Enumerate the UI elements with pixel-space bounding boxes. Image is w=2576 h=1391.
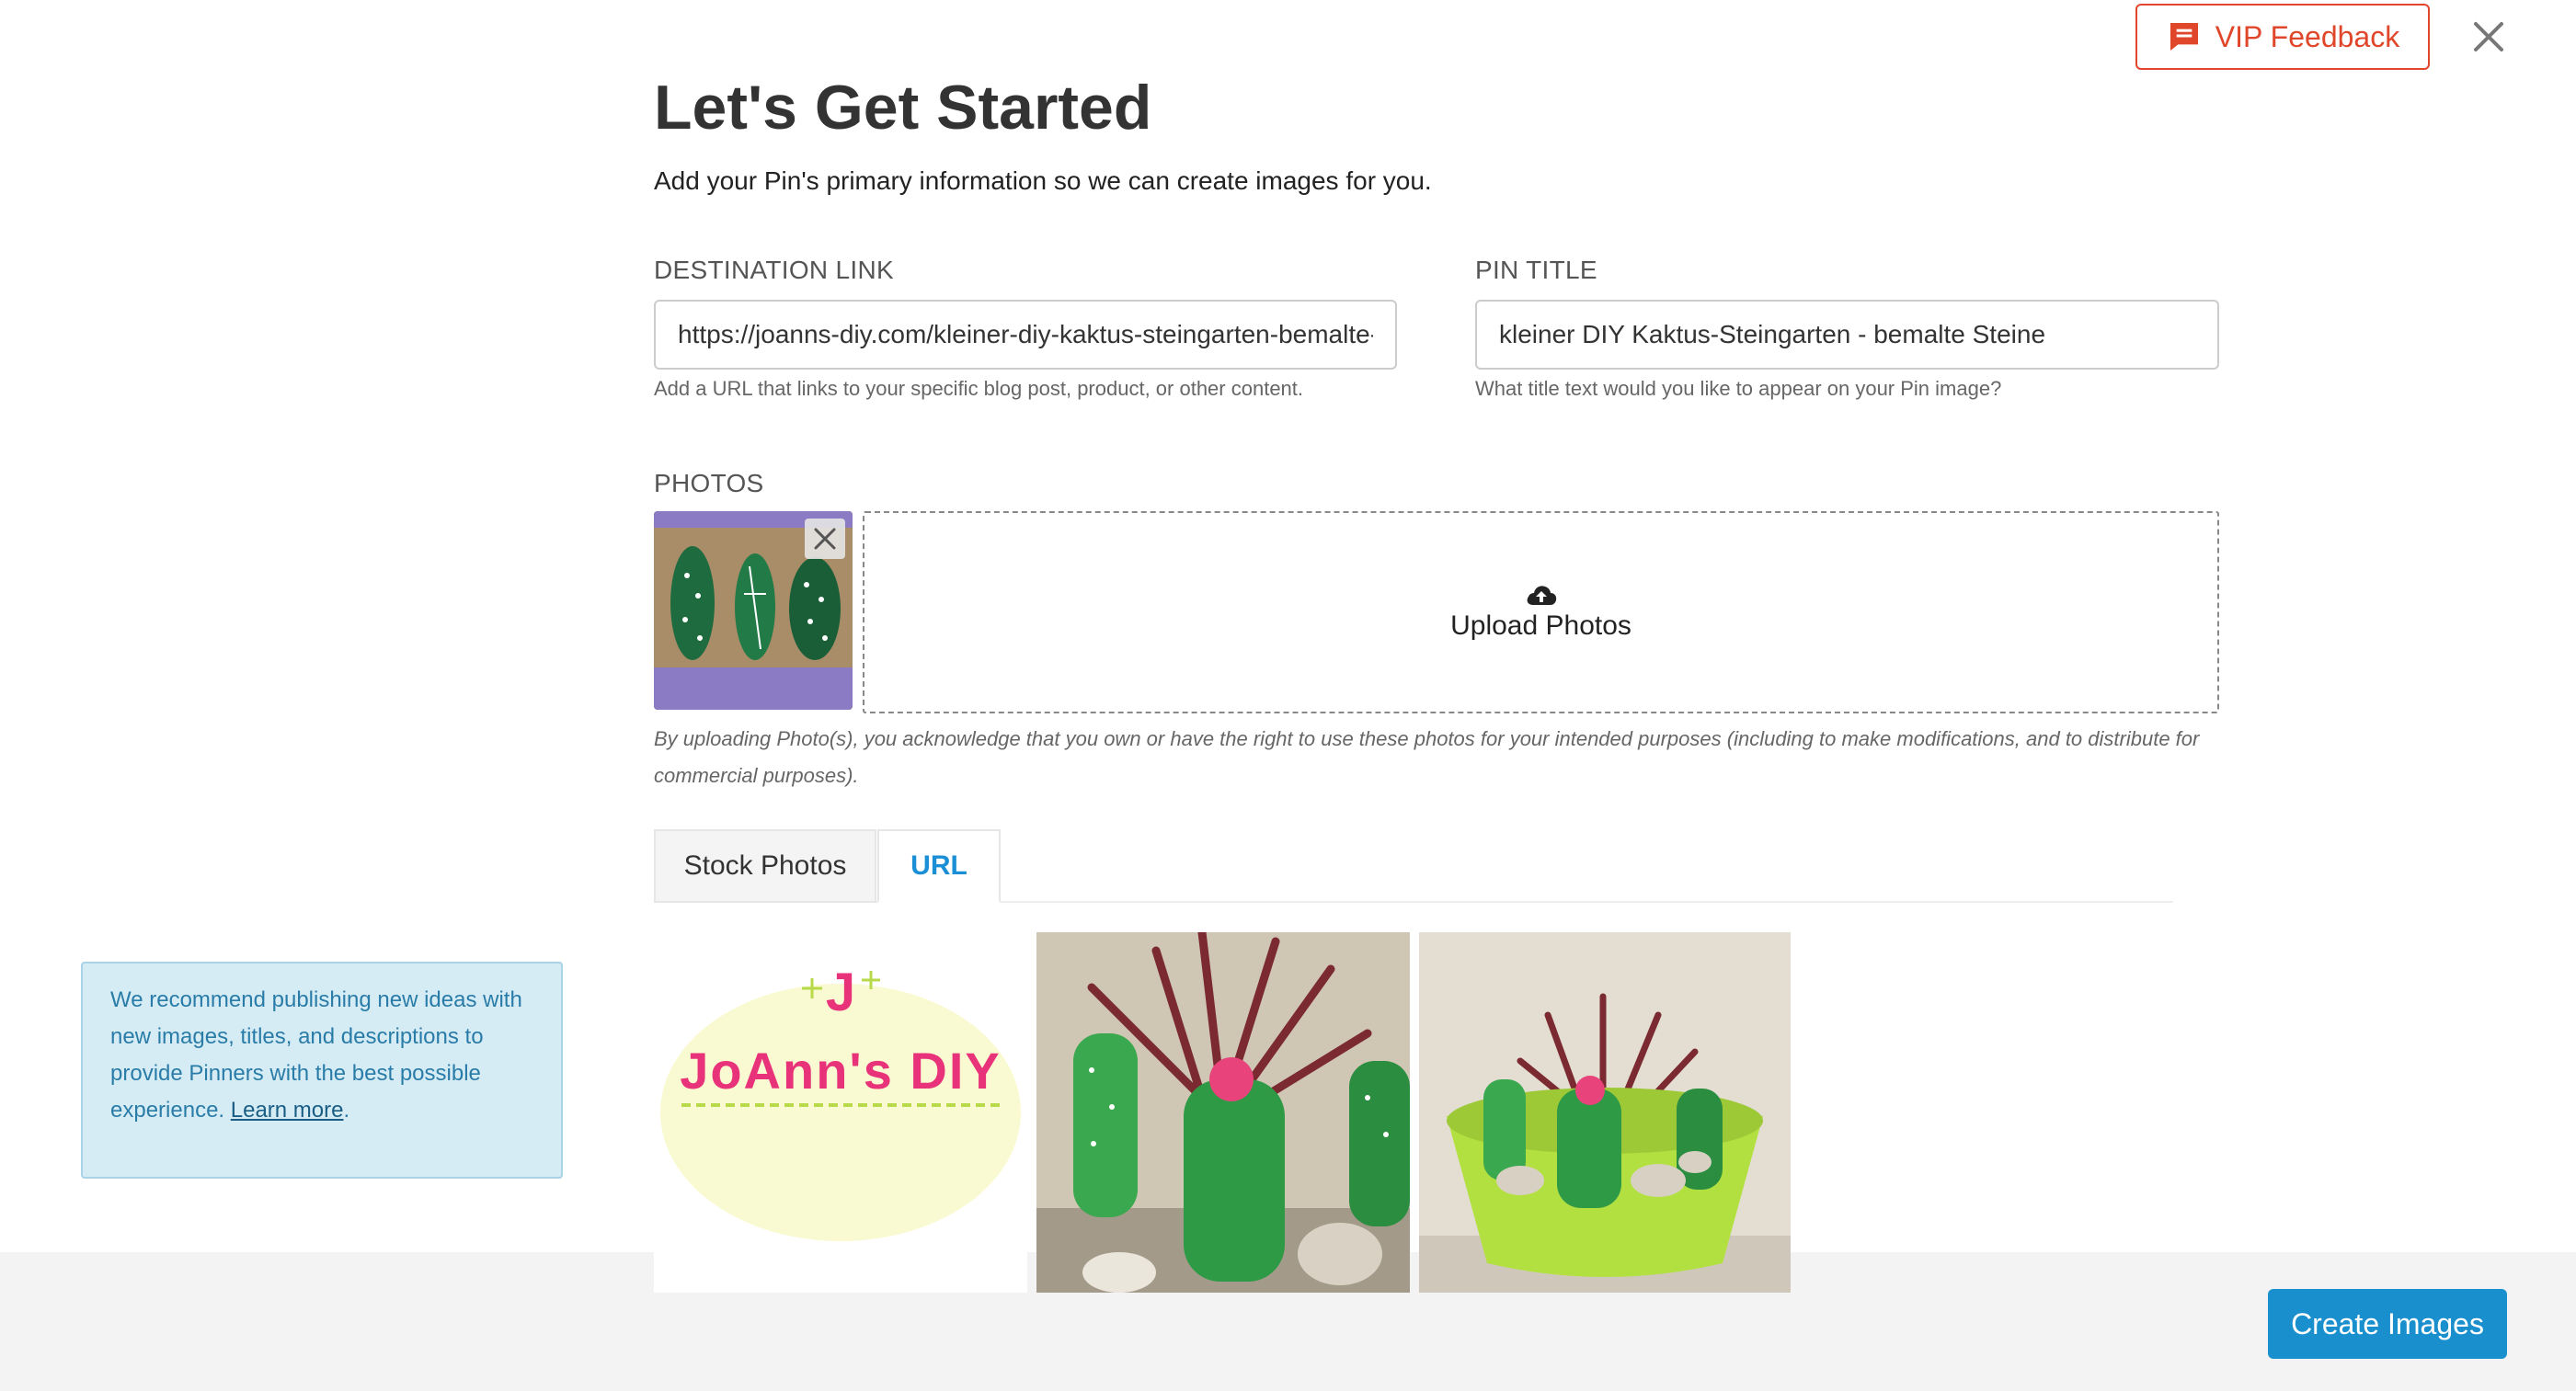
- pin-title-label: PIN TITLE: [1475, 256, 1597, 284]
- vip-feedback-label: VIP Feedback: [2215, 19, 2400, 53]
- remove-photo-button[interactable]: [805, 519, 845, 559]
- cactus-garden-photo: [1036, 932, 1410, 1293]
- upload-photos-dropzone[interactable]: Upload Photos: [863, 511, 2219, 713]
- feedback-icon: [2170, 23, 2198, 51]
- logo-wordmark: JoAnn's DIY: [680, 1042, 1002, 1100]
- cactus-pot-photo: [1419, 932, 1791, 1293]
- close-icon[interactable]: [2470, 18, 2507, 55]
- url-image-cactus-1[interactable]: [1036, 932, 1410, 1293]
- url-image-cactus-2[interactable]: [1419, 932, 1791, 1293]
- photo-rights-disclaimer: By uploading Photo(s), you acknowledge t…: [654, 727, 2200, 787]
- destination-link-help: Add a URL that links to your specific bl…: [654, 377, 1304, 400]
- tab-stock-photos[interactable]: Stock Photos: [654, 829, 876, 903]
- learn-more-link[interactable]: Learn more: [231, 1098, 344, 1123]
- pin-title-input[interactable]: [1475, 300, 2219, 370]
- vip-feedback-button[interactable]: VIP Feedback: [2135, 4, 2430, 70]
- cloud-upload-icon: [1527, 586, 1556, 605]
- page-title: Let's Get Started: [654, 73, 1152, 143]
- create-images-button[interactable]: Create Images: [2268, 1289, 2507, 1359]
- page-subtitle: Add your Pin's primary information so we…: [654, 166, 1432, 195]
- uploaded-photo-thumbnail[interactable]: [654, 511, 853, 710]
- url-image-logo[interactable]: J JoAnn's DIY: [654, 932, 1027, 1293]
- recommendation-notice: We recommend publishing new ideas with n…: [81, 962, 563, 1179]
- recommendation-end: .: [343, 1098, 350, 1123]
- joanns-diy-logo: J JoAnn's DIY: [660, 963, 1021, 1241]
- logo-letter: J: [826, 963, 855, 1022]
- close-icon: [814, 528, 836, 550]
- tab-url[interactable]: URL: [877, 829, 1001, 903]
- photos-label: PHOTOS: [654, 469, 764, 497]
- destination-link-label: DESTINATION LINK: [654, 256, 894, 284]
- destination-link-input[interactable]: [654, 300, 1397, 370]
- pin-title-help: What title text would you like to appear…: [1475, 377, 2002, 400]
- upload-photos-label: Upload Photos: [1450, 610, 1631, 641]
